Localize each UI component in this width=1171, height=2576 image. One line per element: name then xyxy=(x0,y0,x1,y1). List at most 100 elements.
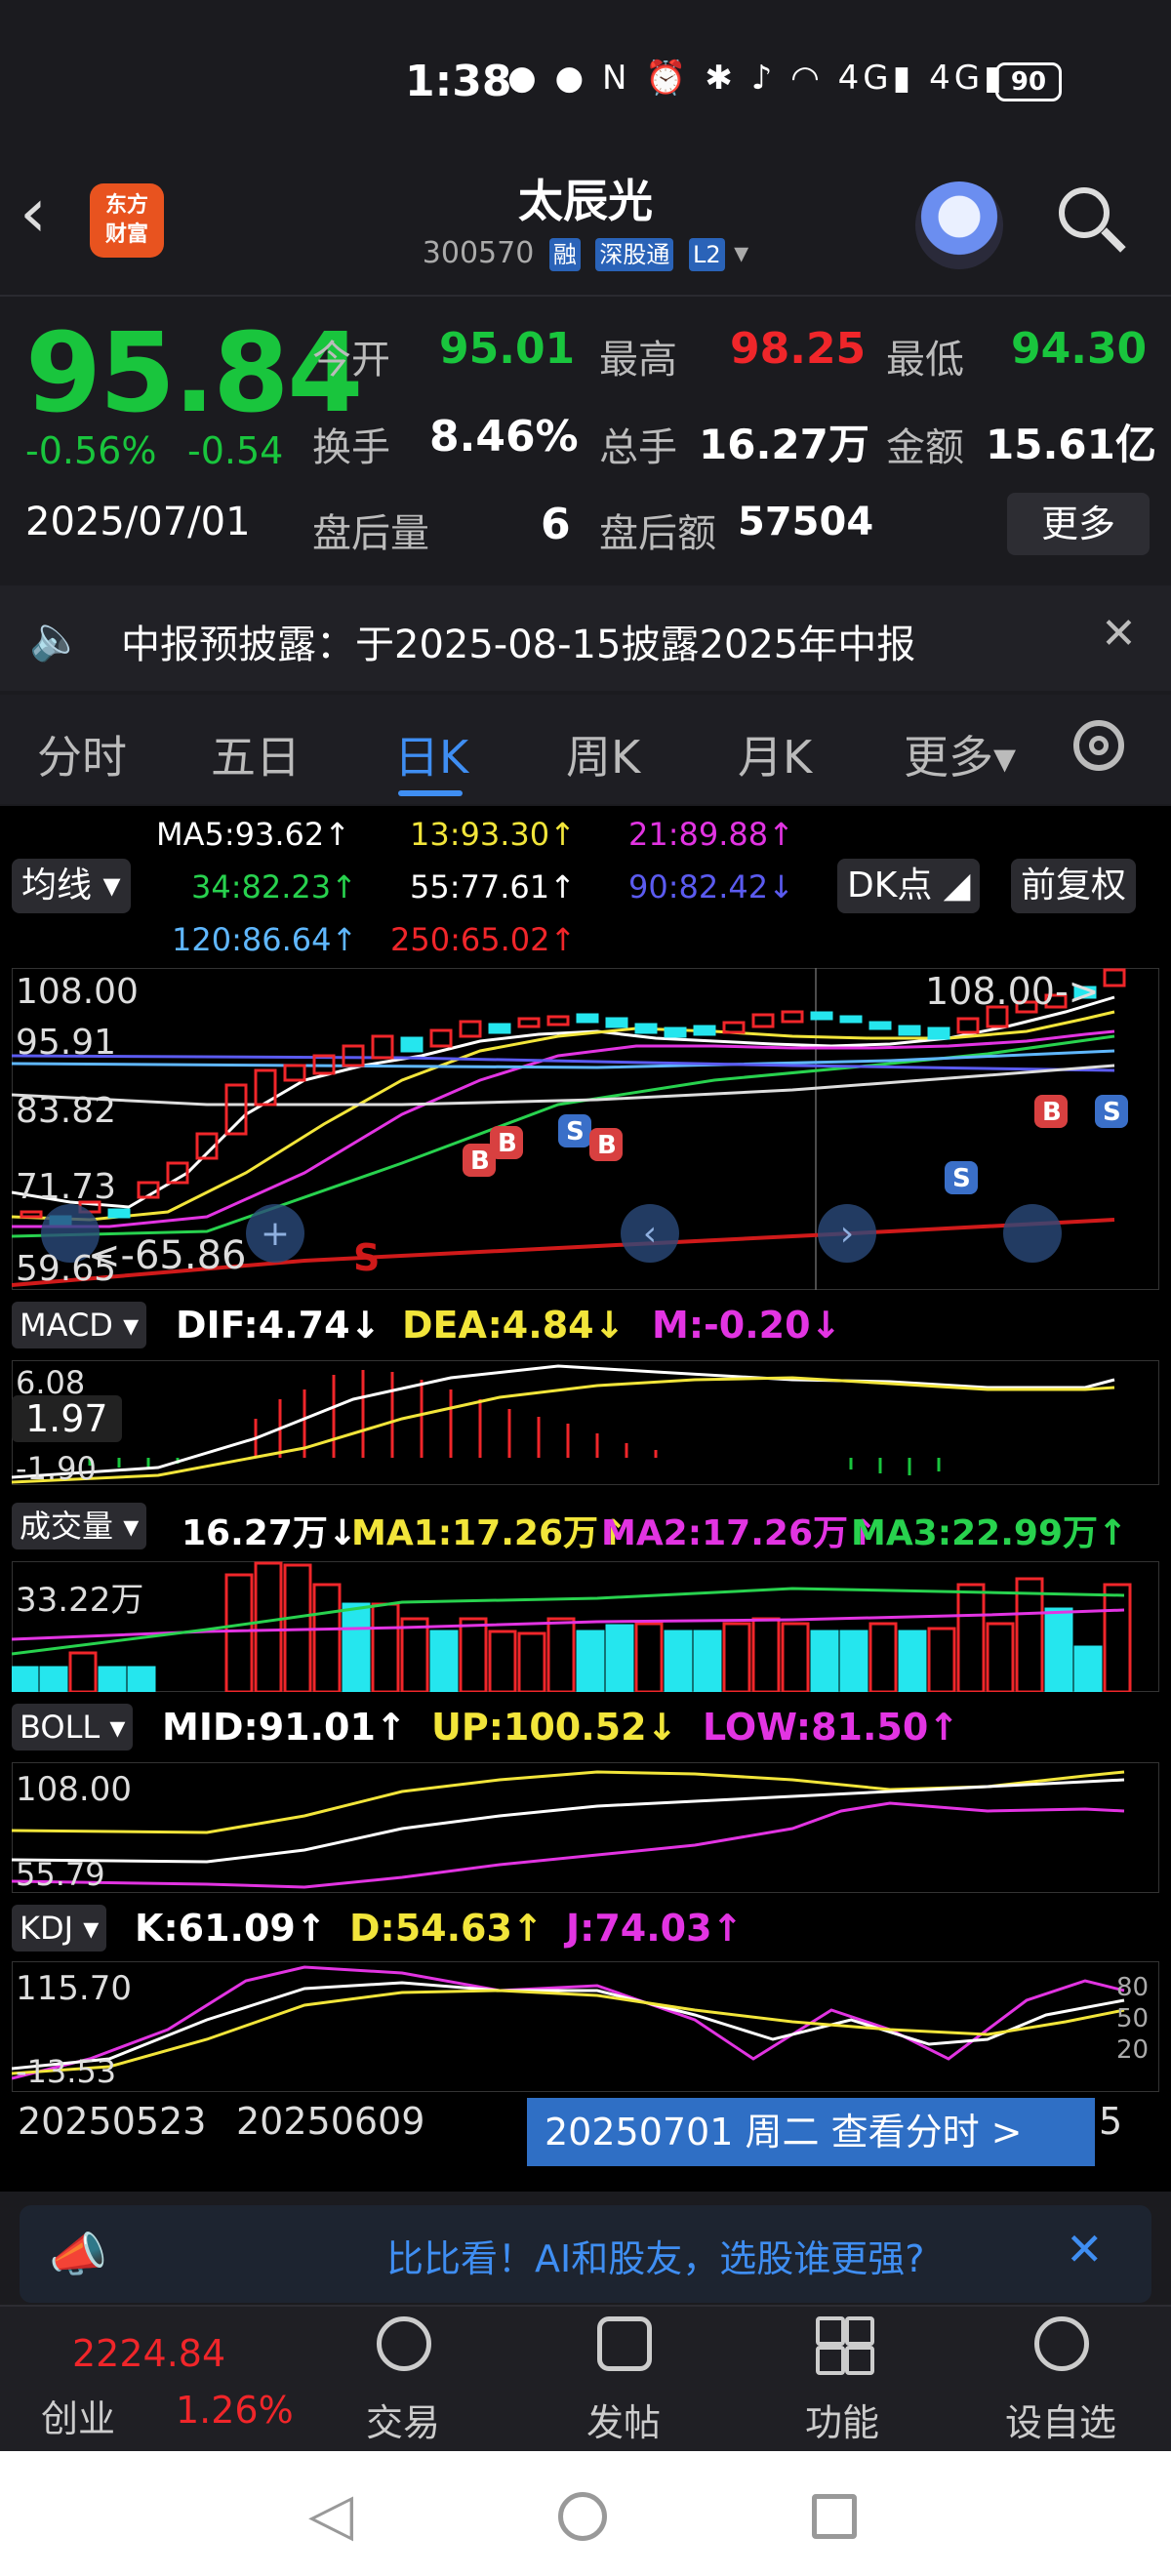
more-quote-button[interactable]: 更多 xyxy=(1007,493,1150,555)
candle xyxy=(751,1013,775,1028)
volume-bar xyxy=(400,1617,429,1692)
kdj-y-bottom: -13.53 xyxy=(16,2053,117,2090)
volume-bar xyxy=(751,1617,781,1692)
volume-bar xyxy=(1103,1583,1132,1692)
after-amount-label: 盘后额 xyxy=(599,511,716,556)
ma-selector[interactable]: 均线 ▾ xyxy=(12,859,131,913)
boll-selector[interactable]: BOLL ▾ xyxy=(12,1704,134,1751)
gear-icon[interactable] xyxy=(1073,720,1124,771)
macd-selector[interactable]: MACD ▾ xyxy=(12,1302,147,1348)
ma5-label: MA5:93.62↑ xyxy=(156,816,351,853)
volume-bar xyxy=(98,1666,127,1692)
max-price-note: 108.00-> xyxy=(925,970,1100,1013)
macd-dif: DIF:4.74↓ xyxy=(176,1304,382,1347)
ma90-label: 90:82.42↓ xyxy=(628,868,794,906)
header-divider xyxy=(0,295,1171,297)
active-tab-indicator xyxy=(398,790,463,796)
tab-five-day[interactable]: 五日 xyxy=(211,722,301,786)
system-recents-icon[interactable] xyxy=(812,2494,857,2539)
apps-grid-icon[interactable] xyxy=(816,2316,874,2375)
svg-text:B: B xyxy=(597,1131,617,1160)
watchlist-icon[interactable] xyxy=(1034,2316,1089,2371)
close-icon[interactable]: ✕ xyxy=(1101,609,1137,659)
candle xyxy=(342,1044,365,1067)
candle xyxy=(429,1028,453,1048)
volume-bar xyxy=(781,1622,810,1692)
low-label: 最低 xyxy=(886,338,964,382)
volume-value: 16.27万 xyxy=(699,421,869,468)
high-value: 98.25 xyxy=(730,324,867,374)
volume-bar xyxy=(722,1622,751,1692)
svg-text:›: › xyxy=(840,1214,854,1254)
macd-dea: DEA:4.84↓ xyxy=(402,1304,626,1347)
kdj-selector[interactable]: KDJ ▾ xyxy=(12,1905,107,1952)
view-intraday-tooltip[interactable]: 20250701 周二 查看分时 > xyxy=(527,2098,1095,2166)
open-label: 今开 xyxy=(312,338,390,382)
candle xyxy=(546,1015,570,1026)
volume-ma1: MA1:17.26万↑ xyxy=(351,1513,628,1553)
tab-intraday[interactable]: 分时 xyxy=(37,722,127,786)
nav-trade[interactable]: 交易 xyxy=(330,2393,476,2446)
robot-avatar-icon[interactable] xyxy=(915,181,1003,269)
candle xyxy=(459,1020,482,1038)
boll-low: LOW:81.50↑ xyxy=(703,1706,960,1749)
candle xyxy=(371,1034,394,1060)
kdj-chart[interactable] xyxy=(12,1961,1159,2092)
trade-icon[interactable] xyxy=(377,2316,431,2371)
index-name[interactable]: 创业 xyxy=(41,2389,115,2442)
stock-code: 300570 xyxy=(422,236,535,270)
dk-point-button[interactable]: DK点 ◢ xyxy=(837,859,981,913)
volume-selector[interactable]: 成交量 ▾ xyxy=(12,1503,147,1550)
nav-watchlist[interactable]: 设自选 xyxy=(988,2393,1134,2446)
after-amount-value: 57504 xyxy=(738,500,874,544)
volume-bar xyxy=(488,1630,517,1692)
macd-cursor-value: 1.97 xyxy=(12,1395,122,1442)
nav-post[interactable]: 发帖 xyxy=(550,2393,697,2446)
date-axis-mid: 20250609 xyxy=(236,2100,425,2143)
candle xyxy=(283,1064,306,1082)
macd-y-bottom: -1.90 xyxy=(16,1450,97,1487)
kline-y-4: 71.73 xyxy=(16,1167,117,1207)
volume-label: 总手 xyxy=(599,425,677,470)
system-back-icon[interactable]: ◁ xyxy=(308,2480,353,2549)
ad-text[interactable]: 比比看！AI和股友，选股谁更强? xyxy=(386,2229,924,2282)
ma55-line xyxy=(12,1064,1115,1107)
notice-text[interactable]: 中报预披露：于2025-08-15披露2025年中报 xyxy=(121,613,915,669)
system-home-icon[interactable] xyxy=(558,2492,607,2541)
index-value[interactable]: 2224.84 xyxy=(72,2332,225,2375)
edit-post-icon[interactable] xyxy=(597,2316,652,2371)
ma21-label: 21:89.88↑ xyxy=(628,816,794,853)
tag-connect: 深股通 xyxy=(595,238,674,271)
volume-bar xyxy=(898,1630,927,1692)
svg-text:B: B xyxy=(498,1129,517,1158)
candle xyxy=(488,1023,511,1034)
index-percent[interactable]: 1.26% xyxy=(176,2389,294,2432)
volume-bar xyxy=(927,1627,956,1692)
adjust-price-button[interactable]: 前复权 xyxy=(1011,859,1137,913)
kdj-k: K:61.09↑ xyxy=(135,1907,327,1950)
kdj-ref-80: 80 xyxy=(1116,1973,1150,2002)
tab-weekly-k[interactable]: 周K xyxy=(566,722,640,786)
svg-text:+: + xyxy=(261,1214,290,1254)
tab-daily-k[interactable]: 日K xyxy=(394,722,468,786)
change-percent: -0.56% xyxy=(25,429,157,472)
kline-y-top: 108.00 xyxy=(16,972,139,1012)
volume-chart[interactable] xyxy=(12,1561,1159,1692)
close-ad-icon[interactable]: ✕ xyxy=(1066,2223,1104,2275)
kline-y-3: 83.82 xyxy=(16,1091,117,1131)
tab-more[interactable]: 更多▾ xyxy=(904,722,1016,786)
chevron-down-icon[interactable]: ▾ xyxy=(734,236,748,270)
candle xyxy=(400,1036,424,1053)
date-axis-start: 20250523 xyxy=(18,2100,207,2143)
candle xyxy=(20,1210,43,1219)
search-icon[interactable] xyxy=(1059,187,1110,238)
nav-function[interactable]: 功能 xyxy=(769,2393,915,2446)
boll-mid: MID:91.01↑ xyxy=(162,1706,407,1749)
volume-bar xyxy=(693,1630,722,1692)
ma34-label: 34:82.23↑ xyxy=(191,868,357,906)
boll-chart[interactable] xyxy=(12,1762,1159,1893)
macd-chart[interactable] xyxy=(12,1360,1159,1485)
after-volume-value: 6 xyxy=(541,500,571,549)
tab-monthly-k[interactable]: 月K xyxy=(738,722,812,786)
kdj-j: J:74.03↑ xyxy=(566,1907,744,1950)
